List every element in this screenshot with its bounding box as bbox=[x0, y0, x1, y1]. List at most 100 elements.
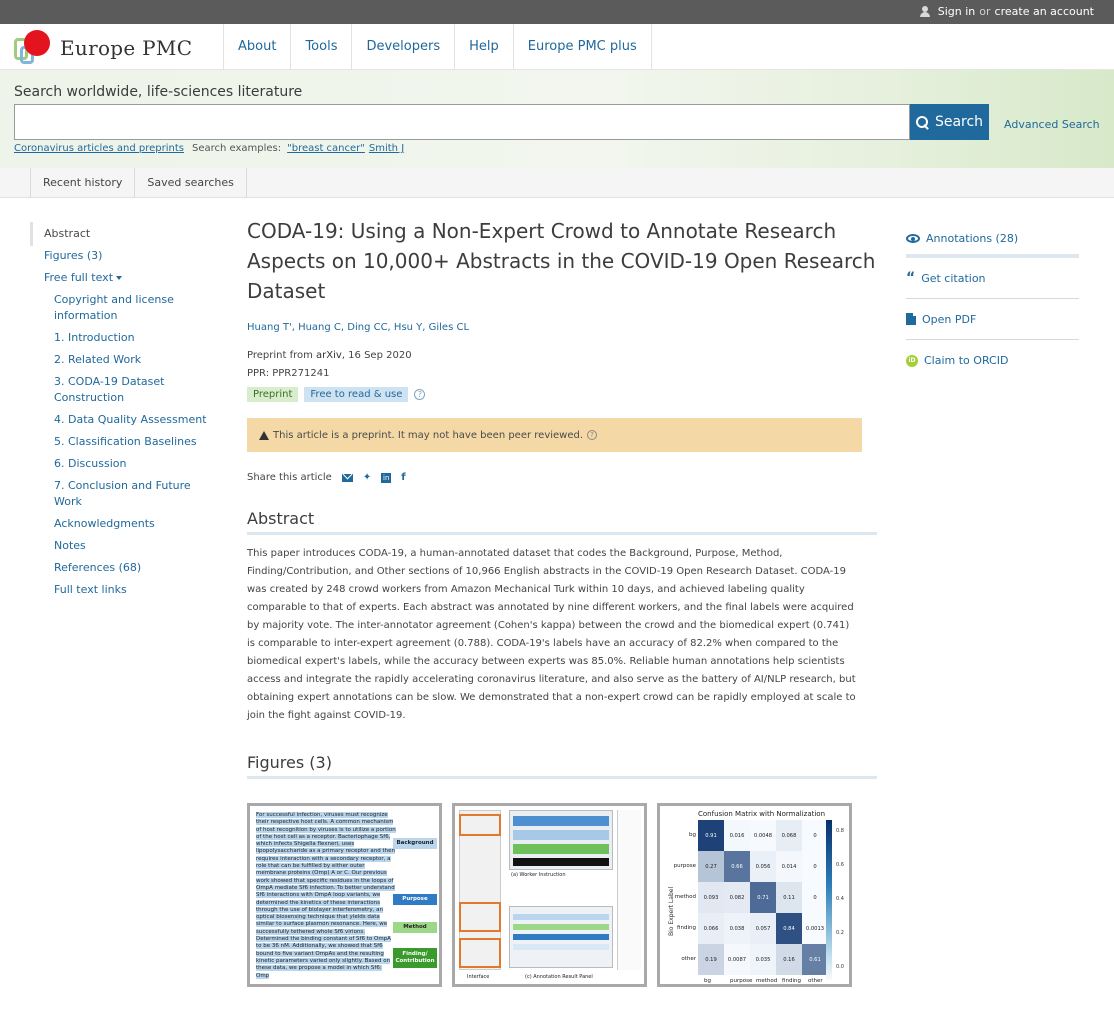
or-text: or bbox=[979, 5, 991, 18]
article-main: CODA-19: Using a Non-Expert Crowd to Ann… bbox=[247, 216, 877, 779]
toc-abstract[interactable]: Abstract bbox=[30, 222, 210, 246]
colorbar-tick: 0.6 bbox=[836, 862, 844, 868]
toc-dataset-construction[interactable]: 3. CODA-19 Dataset Construction bbox=[30, 374, 210, 406]
figures-heading: Figures (3) bbox=[247, 753, 877, 779]
logo-mark-icon bbox=[14, 30, 50, 66]
figure-2-caption-c: (c) Annotation Result Panel bbox=[525, 974, 593, 980]
toc-related-work[interactable]: 2. Related Work bbox=[30, 352, 210, 368]
confusion-cell: 0.0048 bbox=[750, 820, 776, 851]
figure-2-caption-a: (a) Worker Instruction bbox=[511, 872, 566, 878]
figure-1-label-background: Background bbox=[393, 838, 437, 849]
confusion-cell: 0.16 bbox=[776, 944, 802, 975]
confusion-cell: 0.057 bbox=[750, 913, 776, 944]
recent-history-tab[interactable]: Recent history bbox=[30, 168, 134, 198]
open-pdf-link[interactable]: Open PDF bbox=[906, 299, 1079, 340]
search-examples: Coronavirus articles and preprints Searc… bbox=[14, 143, 404, 154]
toc-notes[interactable]: Notes bbox=[30, 538, 210, 554]
badges: Preprint Free to read & use ? bbox=[247, 387, 877, 402]
orcid-label: Claim to ORCID bbox=[924, 354, 1009, 367]
search-input[interactable] bbox=[14, 104, 910, 140]
toc-free-full-text-label: Free full text bbox=[44, 271, 114, 284]
europe-pmc-logo[interactable]: Europe PMC bbox=[14, 28, 224, 68]
eye-icon bbox=[906, 233, 920, 243]
search-band: Search worldwide, life-sciences literatu… bbox=[0, 70, 1114, 168]
toc-figures[interactable]: Figures (3) bbox=[30, 248, 210, 264]
toc-copyright[interactable]: Copyright and license information bbox=[30, 292, 210, 324]
figure-1-thumbnail[interactable]: For successful infection, viruses must r… bbox=[247, 803, 442, 987]
confusion-cell: 0.0087 bbox=[724, 944, 750, 975]
toc-introduction[interactable]: 1. Introduction bbox=[30, 330, 210, 346]
get-citation-link[interactable]: “ Get citation bbox=[906, 258, 1079, 299]
create-account-link[interactable]: create an account bbox=[995, 5, 1094, 18]
nav-help[interactable]: Help bbox=[454, 24, 513, 70]
examples-label: Search examples: bbox=[191, 143, 282, 154]
toc-classification-baselines[interactable]: 5. Classification Baselines bbox=[30, 434, 210, 450]
figure-1-label-finding: Finding/ Contribution bbox=[393, 948, 437, 968]
confusion-row-label: purpose bbox=[673, 862, 696, 869]
right-sidebar: Annotations (28) “ Get citation Open PDF… bbox=[906, 222, 1079, 381]
colorbar-tick: 0.2 bbox=[836, 930, 844, 936]
example-breast-cancer[interactable]: "breast cancer" bbox=[287, 143, 365, 154]
source-name: arXiv bbox=[316, 350, 342, 361]
abstract-heading: Abstract bbox=[247, 509, 877, 535]
citation-label: Get citation bbox=[921, 271, 986, 285]
toc-discussion[interactable]: 6. Discussion bbox=[30, 456, 210, 472]
annotations-link[interactable]: Annotations (28) bbox=[906, 222, 1079, 258]
confusion-cell: 0.056 bbox=[750, 851, 776, 882]
search-button[interactable]: Search bbox=[910, 104, 989, 140]
toc-conclusion[interactable]: 7. Conclusion and Future Work bbox=[30, 478, 210, 510]
facebook-icon[interactable]: f bbox=[401, 472, 405, 483]
coronavirus-link[interactable]: Coronavirus articles and preprints bbox=[14, 143, 184, 154]
figure-3-thumbnail[interactable]: Confusion Matrix with Normalization Bio … bbox=[657, 803, 852, 987]
toc-free-full-text[interactable]: Free full text bbox=[30, 270, 210, 286]
share-bar: Share this article ✦ in f bbox=[247, 472, 877, 483]
example-smith-j[interactable]: Smith J bbox=[369, 143, 404, 154]
linkedin-icon[interactable]: in bbox=[381, 472, 392, 483]
preprint-prefix: Preprint from bbox=[247, 350, 317, 361]
orcid-icon: iD bbox=[906, 354, 918, 367]
user-icon bbox=[919, 6, 930, 17]
article-title: CODA-19: Using a Non-Expert Crowd to Ann… bbox=[247, 219, 876, 303]
help-icon[interactable]: ? bbox=[414, 389, 426, 400]
toc-data-quality[interactable]: 4. Data Quality Assessment bbox=[30, 412, 210, 428]
search-icon bbox=[915, 115, 929, 129]
toc-acknowledgments[interactable]: Acknowledgments bbox=[30, 516, 210, 532]
confusion-cell: 0.61 bbox=[802, 944, 828, 975]
toc-references[interactable]: References (68) bbox=[30, 560, 210, 576]
ppr-id: PPR: PPR271241 bbox=[247, 368, 330, 379]
pdf-icon bbox=[906, 313, 916, 325]
confusion-cell: 0.066 bbox=[698, 913, 724, 944]
figure-2-thumbnail[interactable]: (a) Worker Instruction Interface (c) Ann… bbox=[452, 803, 647, 987]
advanced-search-link[interactable]: Advanced Search bbox=[1004, 118, 1100, 131]
confusion-row-label: bg bbox=[689, 831, 696, 838]
article-authors[interactable]: Huang T', Huang C, Ding CC, Hsu Y, Giles… bbox=[247, 322, 877, 333]
nav-about[interactable]: About bbox=[223, 24, 290, 70]
colorbar-tick: 0.0 bbox=[836, 964, 844, 970]
saved-searches-tab[interactable]: Saved searches bbox=[134, 168, 247, 198]
nav-europe-pmc-plus[interactable]: Europe PMC plus bbox=[512, 24, 652, 70]
nav-developers[interactable]: Developers bbox=[351, 24, 454, 70]
toc-full-text-links[interactable]: Full text links bbox=[30, 582, 210, 598]
figures-row: For successful infection, viruses must r… bbox=[247, 803, 852, 987]
confusion-cell: 0.0013 bbox=[802, 913, 828, 944]
confusion-cell: 0.71 bbox=[750, 882, 776, 913]
twitter-icon[interactable]: ✦ bbox=[363, 472, 371, 483]
history-bar: Recent history Saved searches bbox=[0, 168, 1114, 198]
help-icon[interactable]: ? bbox=[587, 430, 598, 440]
confusion-cell: 0 bbox=[802, 820, 828, 851]
confusion-cell: 0.91 bbox=[698, 820, 724, 851]
sign-in-link[interactable]: Sign in bbox=[938, 5, 976, 18]
nav-tools[interactable]: Tools bbox=[290, 24, 351, 70]
colorbar-tick: 0.8 bbox=[836, 828, 844, 834]
confusion-cell: 0 bbox=[802, 882, 828, 913]
confusion-cell: 0.038 bbox=[724, 913, 750, 944]
figure-2-caption-b: Interface bbox=[467, 974, 490, 980]
confusion-cell: 0.082 bbox=[724, 882, 750, 913]
confusion-col-label: method bbox=[756, 978, 778, 984]
confusion-cell: 0.11 bbox=[776, 882, 802, 913]
confusion-col-label: other bbox=[808, 978, 823, 984]
confusion-col-label: bg bbox=[704, 978, 711, 984]
email-icon[interactable] bbox=[341, 473, 353, 482]
confusion-cell: 0.014 bbox=[776, 851, 802, 882]
claim-orcid-link[interactable]: iD Claim to ORCID bbox=[906, 340, 1079, 381]
